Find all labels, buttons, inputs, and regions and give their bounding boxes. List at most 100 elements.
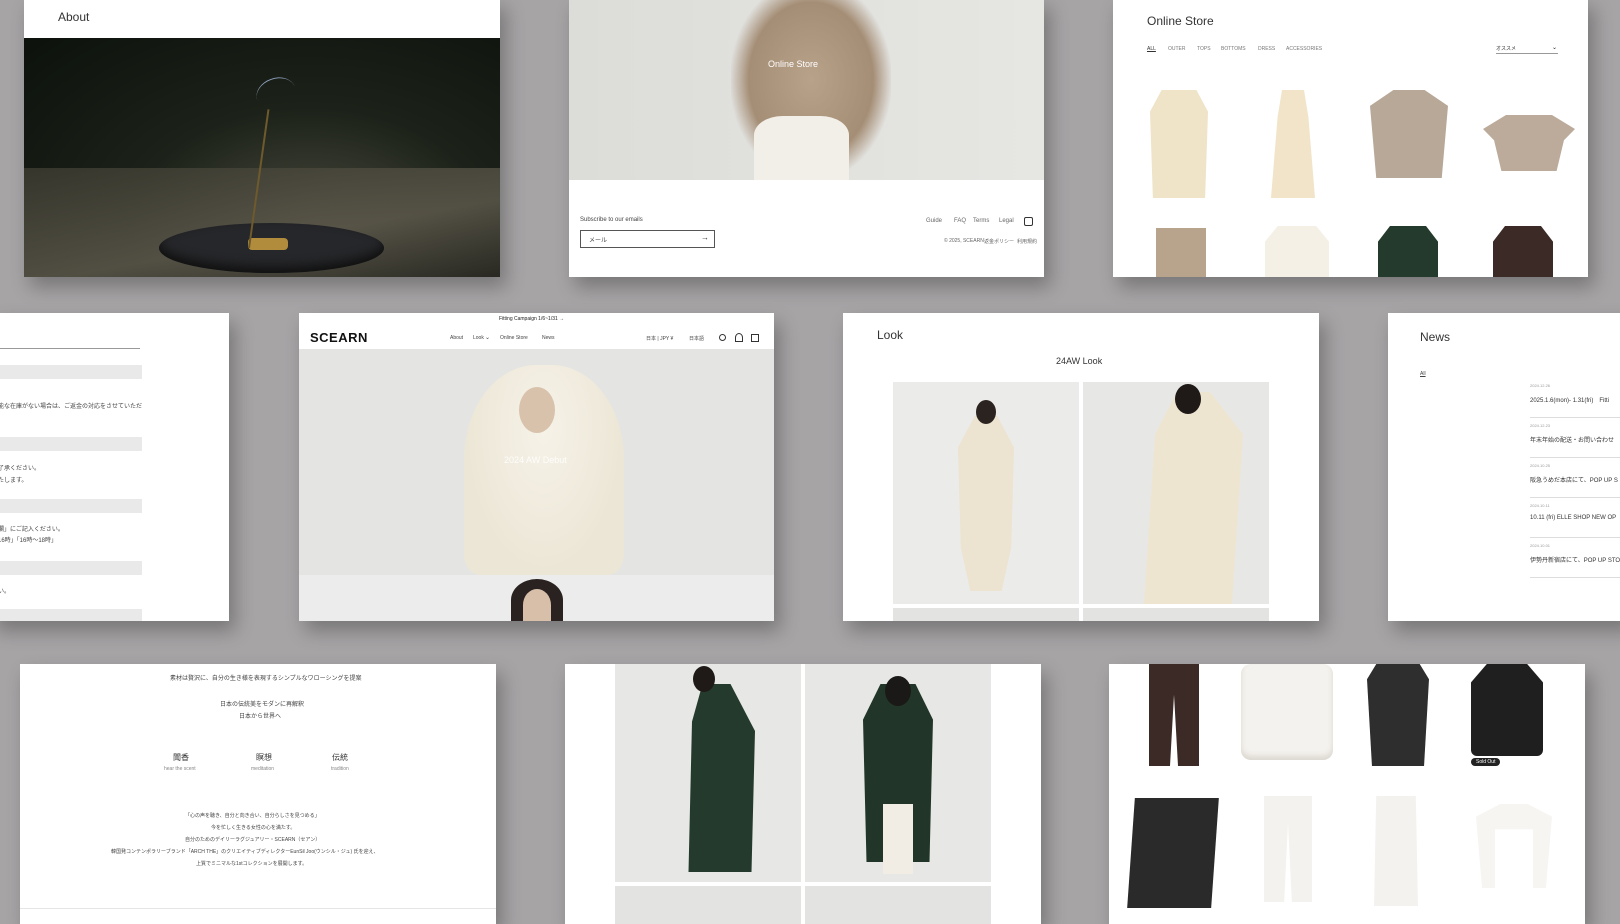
legal-line: 可能な在庫がない場合は、ご返金の対応をさせていただ (0, 404, 143, 410)
news-date: 2024.10.25 (1530, 463, 1551, 468)
language-select[interactable]: 日本語 (689, 335, 704, 342)
footer-link-faq[interactable]: FAQ (954, 218, 966, 224)
concept-line: 自分のためのデイリーラグジュアリー・SCEARN（セアン） (185, 837, 321, 843)
look-photo-green-side[interactable] (615, 664, 801, 882)
look-subtitle: 24AW Look (1056, 356, 1103, 366)
copyright: © 2025, SCEARN (944, 238, 984, 244)
about-screen: About (24, 0, 500, 277)
tab-tops[interactable]: TOPS (1197, 46, 1211, 52)
incense-photo (24, 38, 500, 277)
product-coat-green[interactable] (1378, 226, 1438, 277)
news-item-title: 伊勢丹新宿店にて、POP UP STO (1530, 558, 1620, 564)
pillar-caption: tradition (331, 766, 349, 772)
pillar-title: 瞑想 (256, 753, 272, 762)
news-date: 2024.12.23 (1530, 423, 1551, 428)
news-item-title: 10.11 (fri) ELLE SHOP NEW OP (1530, 515, 1617, 521)
tab-accessories[interactable]: ACCESSORIES (1286, 46, 1322, 52)
cart-icon[interactable] (751, 334, 759, 342)
look-photo-side[interactable] (1083, 382, 1269, 604)
home-screen: Fitting Campaign 1/6~1/31 → SCEARN About… (299, 313, 774, 621)
nav-news[interactable]: News (542, 335, 555, 341)
product-grid-screen: Sold Out (1109, 664, 1585, 924)
product-top-taupe[interactable] (1483, 115, 1575, 171)
look-photo (893, 608, 1079, 621)
look-photo (805, 886, 991, 924)
product-puffer-white[interactable] (1241, 664, 1333, 760)
product-scarf-charcoal[interactable] (1127, 798, 1219, 908)
look-photo (1083, 608, 1269, 621)
product-vest-black[interactable] (1471, 664, 1543, 756)
concept-line: 上質でミニマルな1stコレクションを展開します。 (196, 861, 308, 867)
instagram-icon[interactable] (1024, 217, 1033, 226)
product-cardigan-taupe[interactable] (1370, 90, 1448, 178)
online-store-screen: Online Store ALL OUTER TOPS BOTTOMS DRES… (1113, 0, 1588, 277)
nav-look[interactable]: Look (473, 335, 484, 341)
footer-link-legal[interactable]: Legal (999, 218, 1014, 224)
nav-online-store[interactable]: Online Store (500, 335, 528, 341)
locale-select[interactable]: 日本 | JPY ¥ (646, 335, 673, 342)
product-tee-white[interactable] (1476, 804, 1552, 888)
legal-line: いたします。 (0, 478, 28, 484)
news-item-title: 阪急うめだ本店にて、POP UP S (1530, 478, 1618, 484)
list-item[interactable]: 2024.12.23 年末年始の配送・お問い合わせ (1530, 423, 1620, 458)
list-item[interactable]: 2024.10.11 10.11 (fri) ELLE SHOP NEW OP (1530, 503, 1620, 538)
product-dress-cream[interactable] (1271, 90, 1315, 198)
tab-all[interactable]: ALL (1147, 46, 1156, 52)
footer-link-terms[interactable]: Terms (973, 218, 989, 224)
pillar-caption: hear the scent (164, 766, 196, 772)
sort-select[interactable]: オススメ ⌄ (1496, 45, 1558, 54)
news-item-title: 2025.1.6(mon)- 1.31(fri) Fitti (1530, 398, 1610, 404)
product-coat-charcoal[interactable] (1367, 664, 1429, 766)
subscribe-label: Subscribe to our emails (580, 217, 643, 223)
news-date: 2024.12.26 (1530, 383, 1551, 388)
list-item[interactable]: 2024.12.26 2025.1.6(mon)- 1.31(fri) Fitt… (1530, 383, 1620, 418)
tab-bottoms[interactable]: BOTTOMS (1221, 46, 1246, 52)
list-item[interactable]: 2024.10.25 阪急うめだ本店にて、POP UP S (1530, 463, 1620, 498)
nav-about[interactable]: About (450, 335, 463, 341)
next-photo (299, 575, 774, 621)
product-coat-cream[interactable] (1150, 90, 1208, 198)
product-pants-white[interactable] (1264, 796, 1312, 902)
logo[interactable]: SCEARN (310, 330, 368, 345)
hero-text: 2024 AW Debut (504, 455, 567, 465)
footer-link-guide[interactable]: Guide (926, 218, 942, 224)
store-hero-overlay: Online Store (768, 59, 819, 69)
product-skirt-white[interactable] (1374, 796, 1418, 906)
email-field[interactable]: メール → (580, 230, 715, 248)
look-photo-green-front[interactable] (805, 664, 991, 882)
online-store-title: Online Store (1147, 14, 1214, 28)
news-screen: News All 2024.12.26 2025.1.6(mon)- 1.31(… (1388, 313, 1620, 621)
list-item[interactable]: 2024.10.01 伊勢丹新宿店にて、POP UP STO (1530, 543, 1620, 578)
concept-line: 韓国発コンテンポラリーブランド「ARCH THE」のクリエイティブディレクターE… (111, 849, 379, 855)
announcement-bar[interactable]: Fitting Campaign 1/6~1/31 → (499, 316, 564, 322)
look-photo (615, 886, 801, 924)
store-hero-screen: Online Store Subscribe to our emails メール… (569, 0, 1044, 277)
sold-out-badge: Sold Out (1471, 758, 1501, 766)
policy-link-terms[interactable]: 利用規約 (1017, 238, 1037, 245)
product-coat-white[interactable] (1265, 226, 1329, 277)
concept-line: 素材は贅沢に、自分の生き様を表現するシンプルなワローシングを提案 (170, 676, 362, 682)
tab-dress[interactable]: DRESS (1258, 46, 1275, 52)
look-photo-front[interactable] (893, 382, 1079, 604)
divider (20, 908, 496, 909)
sort-value: オススメ (1496, 46, 1517, 52)
smoke (251, 72, 301, 115)
legal-line: ご了承ください。 (0, 466, 41, 472)
model-photo (569, 0, 1044, 180)
legal-line: さい。 (0, 589, 11, 595)
concept-line: 「心の声を聴き、自分と向き合い、自分らしさを見つめる」 (185, 813, 320, 819)
news-filter-all[interactable]: All (1420, 371, 1426, 377)
legal-line: 〜16時」「16時〜18時」 (0, 538, 58, 544)
product-pants-brown[interactable] (1149, 664, 1199, 766)
concept-line: 今を忙しく生きる女性の心を満たす。 (211, 825, 296, 831)
account-icon[interactable] (735, 333, 743, 342)
section-bar (0, 561, 142, 575)
tab-outer[interactable]: OUTER (1168, 46, 1186, 52)
search-icon[interactable] (719, 334, 726, 341)
look-detail-screen (565, 664, 1041, 924)
arrow-right-icon[interactable]: → (701, 233, 709, 242)
look-title: Look (877, 328, 904, 342)
policy-link-refund[interactable]: 返金ポリシー (984, 238, 1014, 245)
product-jacket-brown[interactable] (1493, 226, 1553, 277)
product-pants-beige[interactable] (1156, 228, 1206, 277)
